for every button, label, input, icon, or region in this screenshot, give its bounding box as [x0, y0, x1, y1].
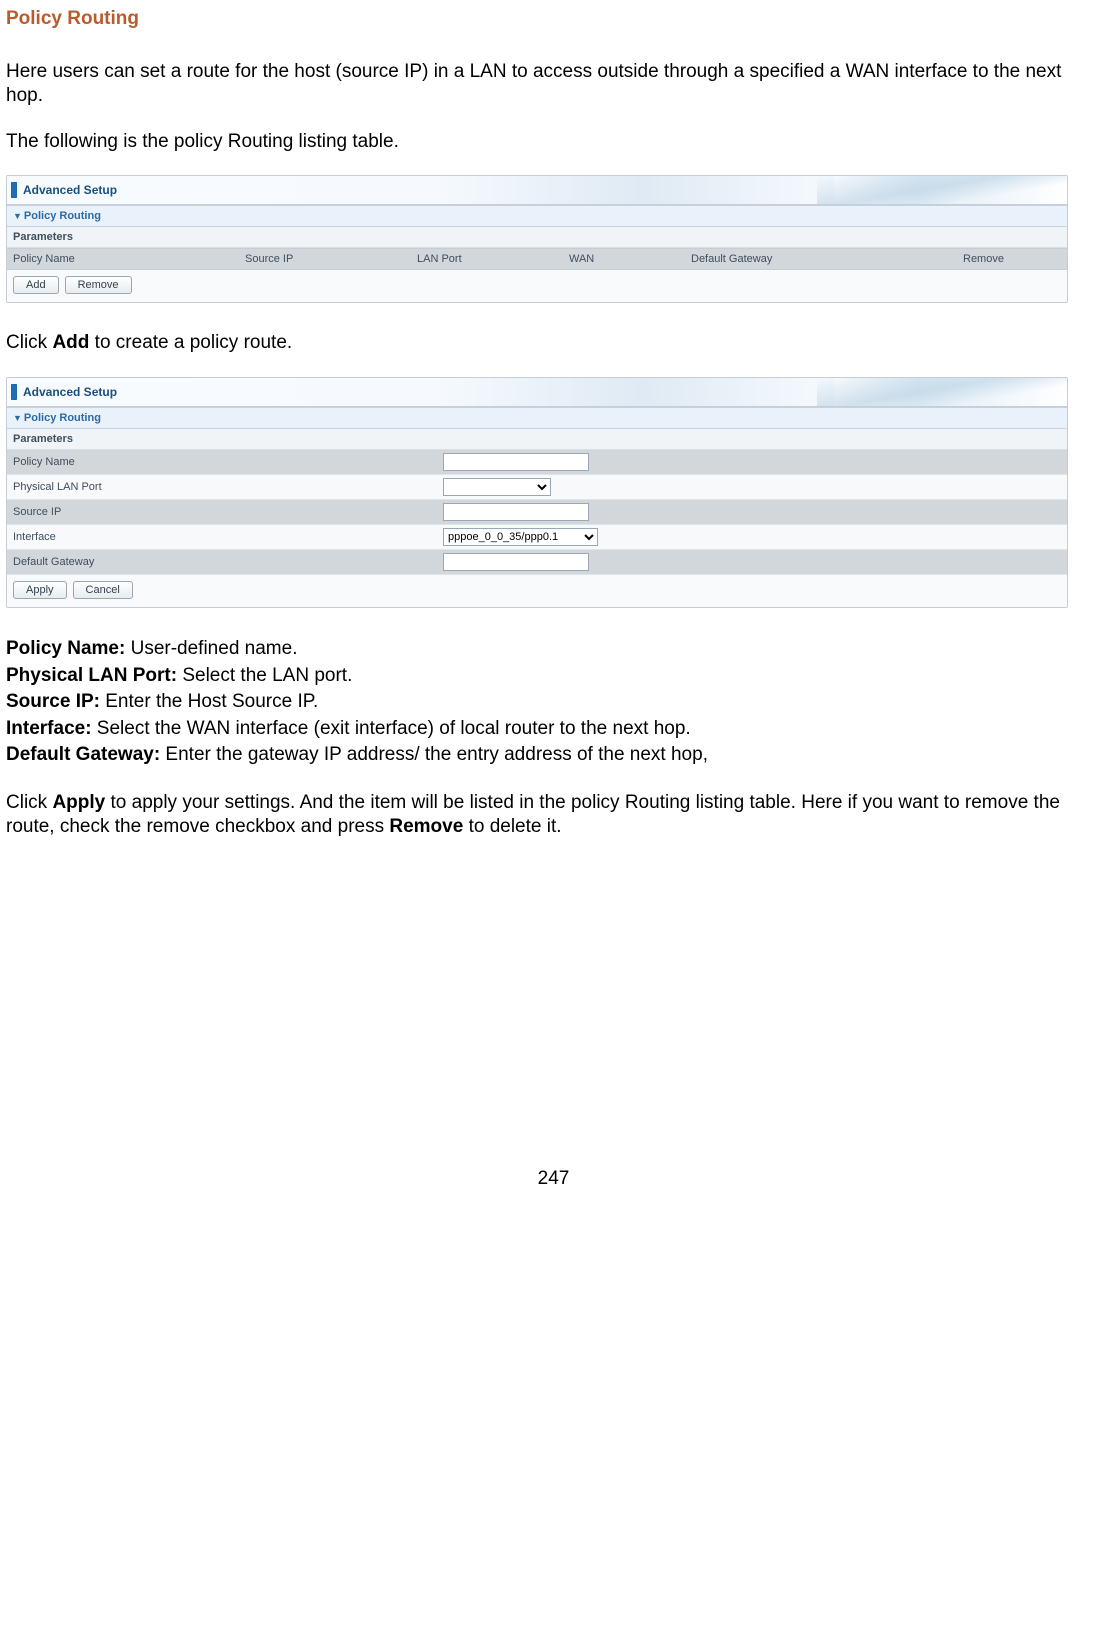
- desc-label: Default Gateway:: [6, 744, 160, 765]
- row-default-gateway: Default Gateway: [7, 550, 1067, 575]
- parameters-label: Parameters: [7, 429, 1067, 450]
- input-cell: [439, 500, 1067, 524]
- intro-paragraph: Here users can set a route for the host …: [6, 60, 1101, 108]
- col-wan: WAN: [563, 249, 685, 269]
- row-policy-name: Policy Name: [7, 450, 1067, 475]
- label-policy-name: Policy Name: [7, 452, 439, 472]
- label-default-gateway: Default Gateway: [7, 552, 439, 572]
- remove-button[interactable]: Remove: [65, 276, 132, 294]
- desc-label: Physical LAN Port:: [6, 665, 177, 686]
- label-interface: Interface: [7, 527, 439, 547]
- section-label: Policy Routing: [24, 412, 101, 424]
- desc-text: Enter the Host Source IP.: [100, 691, 318, 712]
- input-cell: [439, 550, 1067, 574]
- field-descriptions: Policy Name: User-defined name. Physical…: [6, 636, 1101, 769]
- header-accent: [11, 182, 17, 198]
- label-source-ip: Source IP: [7, 502, 439, 522]
- page-title: Policy Routing: [6, 8, 1101, 30]
- parameters-label: Parameters: [7, 227, 1067, 248]
- text-fragment: Click: [6, 332, 52, 353]
- desc-default-gateway: Default Gateway: Enter the gateway IP ad…: [6, 742, 1101, 769]
- cancel-button[interactable]: Cancel: [73, 581, 133, 599]
- section-bar[interactable]: ▼Policy Routing: [7, 205, 1067, 227]
- col-default-gateway: Default Gateway: [685, 249, 957, 269]
- interface-select[interactable]: pppoe_0_0_35/ppp0.1: [443, 528, 598, 546]
- columns-row: Policy Name Source IP LAN Port WAN Defau…: [7, 248, 1067, 270]
- desc-interface: Interface: Select the WAN interface (exi…: [6, 716, 1101, 743]
- input-cell: pppoe_0_0_35/ppp0.1: [439, 525, 1067, 549]
- desc-text: Select the WAN interface (exit interface…: [92, 718, 691, 739]
- button-row: Apply Cancel: [7, 575, 1067, 607]
- col-lan-port: LAN Port: [411, 249, 563, 269]
- desc-source-ip: Source IP: Enter the Host Source IP.: [6, 689, 1101, 716]
- add-button[interactable]: Add: [13, 276, 59, 294]
- input-cell: [439, 475, 1067, 499]
- desc-label: Source IP:: [6, 691, 100, 712]
- bold-apply: Apply: [52, 792, 105, 813]
- row-physical-lan-port: Physical LAN Port: [7, 475, 1067, 500]
- panel-header-label: Advanced Setup: [23, 183, 117, 197]
- policy-name-input[interactable]: [443, 453, 589, 471]
- text-fragment: Click: [6, 792, 52, 813]
- row-source-ip: Source IP: [7, 500, 1067, 525]
- col-remove: Remove: [957, 249, 1067, 269]
- source-ip-input[interactable]: [443, 503, 589, 521]
- page-number: 247: [6, 1168, 1101, 1190]
- desc-physical-lan-port: Physical LAN Port: Select the LAN port.: [6, 663, 1101, 690]
- col-source-ip: Source IP: [239, 249, 411, 269]
- bold-remove: Remove: [389, 816, 463, 837]
- section-label: Policy Routing: [24, 210, 101, 222]
- listing-paragraph: The following is the policy Routing list…: [6, 130, 1101, 154]
- desc-text: Select the LAN port.: [177, 665, 352, 686]
- col-policy-name: Policy Name: [7, 249, 239, 269]
- label-physical-lan-port: Physical LAN Port: [7, 477, 439, 497]
- chevron-down-icon: ▼: [13, 211, 22, 221]
- apply-paragraph: Click Apply to apply your settings. And …: [6, 791, 1101, 839]
- panel-header: Advanced Setup: [7, 176, 1067, 205]
- text-fragment: to create a policy route.: [89, 332, 292, 353]
- section-bar[interactable]: ▼Policy Routing: [7, 407, 1067, 429]
- apply-button[interactable]: Apply: [13, 581, 67, 599]
- row-interface: Interface pppoe_0_0_35/ppp0.1: [7, 525, 1067, 550]
- panel-header: Advanced Setup: [7, 378, 1067, 407]
- physical-lan-port-select[interactable]: [443, 478, 551, 496]
- chevron-down-icon: ▼: [13, 413, 22, 423]
- desc-text: User-defined name.: [125, 638, 297, 659]
- policy-routing-list-panel: Advanced Setup ▼Policy Routing Parameter…: [6, 175, 1068, 303]
- policy-routing-add-panel: Advanced Setup ▼Policy Routing Parameter…: [6, 377, 1068, 608]
- button-row: Add Remove: [7, 270, 1067, 302]
- desc-policy-name: Policy Name: User-defined name.: [6, 636, 1101, 663]
- desc-label: Interface:: [6, 718, 92, 739]
- panel-header-label: Advanced Setup: [23, 385, 117, 399]
- desc-label: Policy Name:: [6, 638, 125, 659]
- input-cell: [439, 450, 1067, 474]
- bold-add: Add: [52, 332, 89, 353]
- default-gateway-input[interactable]: [443, 553, 589, 571]
- click-add-paragraph: Click Add to create a policy route.: [6, 331, 1101, 355]
- text-fragment: to delete it.: [463, 816, 561, 837]
- header-accent: [11, 384, 17, 400]
- desc-text: Enter the gateway IP address/ the entry …: [160, 744, 708, 765]
